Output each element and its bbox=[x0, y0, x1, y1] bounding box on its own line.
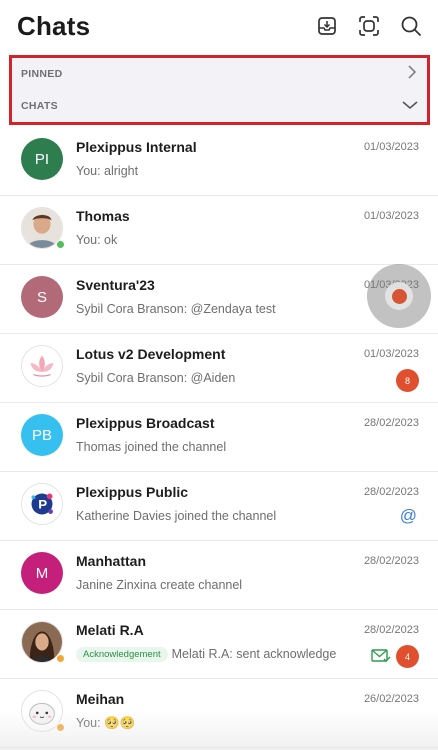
mention-icon: @ bbox=[399, 506, 417, 525]
chat-name: Manhattan bbox=[76, 553, 146, 569]
chat-date: 28/02/2023 bbox=[363, 555, 419, 567]
unread-badge: 8 bbox=[396, 369, 419, 392]
search-icon[interactable] bbox=[398, 13, 424, 39]
chevron-right-icon bbox=[406, 64, 418, 84]
chat-preview: Sybil Cora Branson: @Aiden bbox=[76, 371, 236, 385]
chat-row-plexippus-broadcast[interactable]: PB Plexippus Broadcast 28/02/2023 Thomas… bbox=[0, 403, 438, 472]
away-indicator bbox=[56, 723, 65, 732]
pinned-label: PINNED bbox=[21, 68, 63, 80]
chat-date: 01/03/2023 bbox=[363, 141, 419, 153]
chat-name: Plexippus Broadcast bbox=[76, 415, 215, 431]
chats-section[interactable]: CHATS bbox=[12, 90, 427, 122]
away-indicator bbox=[56, 654, 65, 663]
chat-name: Plexippus Internal bbox=[76, 139, 197, 155]
pinned-section[interactable]: PINNED bbox=[12, 58, 427, 90]
top-bar: Chats bbox=[0, 0, 438, 52]
chat-row-lotus-v2[interactable]: Lotus v2 Development 01/03/2023 Sybil Co… bbox=[0, 334, 438, 403]
online-indicator bbox=[56, 240, 65, 249]
assistive-dot bbox=[391, 288, 407, 304]
header-actions bbox=[314, 13, 424, 39]
page-title: Chats bbox=[17, 10, 91, 41]
chats-label: CHATS bbox=[21, 100, 58, 112]
mail-check-icon bbox=[371, 649, 391, 668]
avatar: P bbox=[21, 483, 63, 525]
avatar bbox=[21, 345, 63, 387]
chat-row-melati[interactable]: Melati R.A 28/02/2023 Acknowledgement Mel… bbox=[0, 610, 438, 679]
section-headers: PINNED CHATS bbox=[9, 55, 430, 125]
archive-icon[interactable] bbox=[314, 13, 340, 39]
chat-date: 28/02/2023 bbox=[363, 624, 419, 636]
chat-name: Meihan bbox=[76, 691, 125, 707]
chat-name: Sventura'23 bbox=[76, 277, 155, 293]
chat-date: 01/03/2023 bbox=[363, 348, 419, 360]
chat-preview: Janine Zinxina create channel bbox=[76, 578, 243, 592]
avatar: PI bbox=[21, 138, 63, 180]
chat-row-meihan[interactable]: Meihan 26/02/2023 You: 🥺🥺 bbox=[0, 679, 438, 748]
chat-name: Melati R.A bbox=[76, 622, 144, 638]
chat-name: Plexippus Public bbox=[76, 484, 189, 500]
chat-preview: You: ok bbox=[76, 233, 118, 247]
chat-preview: Sybil Cora Branson: @Zendaya test bbox=[76, 302, 276, 316]
acknowledgement-tag: Acknowledgement bbox=[76, 647, 168, 662]
chat-preview: Thomas joined the channel bbox=[76, 440, 227, 454]
svg-text:P: P bbox=[38, 497, 47, 512]
chat-preview-line: Acknowledgement Melati R.A: sent acknowle… bbox=[76, 647, 336, 662]
chevron-down-icon bbox=[402, 97, 418, 115]
unread-badge: 4 bbox=[396, 645, 419, 668]
chat-date: 26/02/2023 bbox=[363, 693, 419, 705]
chat-row-plexippus-public[interactable]: P Plexippus Public 28/02/2023 Katherine … bbox=[0, 472, 438, 541]
floating-assistive-button[interactable] bbox=[367, 264, 431, 328]
assistive-touch-icon bbox=[385, 282, 413, 310]
chat-name: Lotus v2 Development bbox=[76, 346, 226, 362]
chat-list: PI Plexippus Internal 01/03/2023 You: al… bbox=[0, 127, 438, 748]
chat-row-plexippus-internal[interactable]: PI Plexippus Internal 01/03/2023 You: al… bbox=[0, 127, 438, 196]
chat-preview: Melati R.A: sent acknowledge bbox=[171, 647, 337, 661]
avatar: S bbox=[21, 276, 63, 318]
chat-preview: Katherine Davies joined the channel bbox=[76, 509, 277, 523]
chat-date: 28/02/2023 bbox=[363, 417, 419, 429]
chat-preview: You: alright bbox=[76, 164, 139, 178]
chat-preview: You: 🥺🥺 bbox=[76, 716, 136, 730]
chat-row-manhattan[interactable]: M Manhattan 28/02/2023 Janine Zinxina cr… bbox=[0, 541, 438, 610]
scan-icon[interactable] bbox=[356, 13, 382, 39]
avatar: M bbox=[21, 552, 63, 594]
chat-date: 28/02/2023 bbox=[363, 486, 419, 498]
chat-row-thomas[interactable]: Thomas 01/03/2023 You: ok bbox=[0, 196, 438, 265]
chat-date: 01/03/2023 bbox=[363, 210, 419, 222]
chat-name: Thomas bbox=[76, 208, 130, 224]
avatar: PB bbox=[21, 414, 63, 456]
